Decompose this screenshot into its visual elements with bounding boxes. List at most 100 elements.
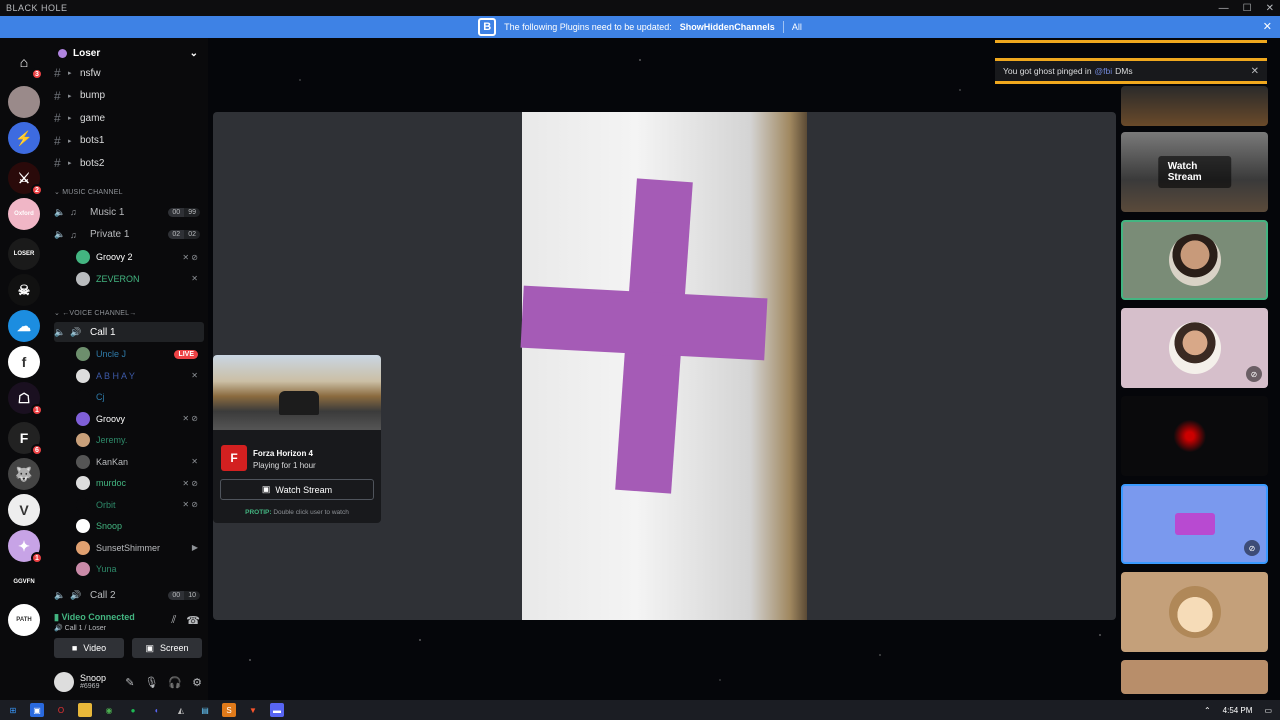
server-red-figure-icon[interactable]: ☖ 1 [8,382,43,416]
server-f-dark-icon[interactable]: F6 [8,422,43,456]
taskbar-folder-icon[interactable] [78,703,92,717]
taskbar-notepad-icon[interactable]: ▤ [198,703,212,717]
text-channel-bump[interactable]: # ▸ bump [54,86,204,106]
windows-start-icon[interactable]: ⊞ [6,703,20,717]
avatar [76,454,90,469]
voice-user-row[interactable]: ZEVERON ✕ [76,269,202,289]
camera-video-feed[interactable] [520,112,807,620]
watch-stream-button[interactable]: ▣ Watch Stream [220,479,374,500]
voice-user-row[interactable]: KanKan ✕ [76,452,202,472]
server-pony-icon[interactable]: ✦ 1 [8,530,43,564]
voice-user-row[interactable]: Orbit ✕ ⊘ [76,495,202,515]
minimize-button[interactable]: — [1219,3,1229,14]
toast-mention[interactable]: @fbi [1095,66,1113,76]
maximize-button[interactable]: ☐ [1243,3,1252,14]
video-button[interactable]: ■ Video [54,638,124,658]
server-dark-icon[interactable]: ☠ [8,274,40,306]
banner-plugin-link[interactable]: ShowHiddenChannels [680,22,775,32]
participant-tile-7[interactable] [1121,660,1268,694]
server-cloud-icon[interactable]: ☁ [8,310,40,342]
voice-channel-call-1[interactable]: 🔈 🔊 Call 1 [54,322,204,342]
participant-tile-3[interactable]: ⊘ [1121,308,1268,388]
toast-close-icon[interactable]: ✕ [1251,66,1259,77]
server-ggvfn-icon[interactable]: GGVFN [8,566,40,598]
voice-user-row[interactable]: Groovy 2 ✕ ⊘ [76,247,202,267]
disconnect-icon[interactable]: ☎ [186,614,200,627]
text-channel-bots1[interactable]: # ▸ bots1 [54,131,204,151]
server-wolf-icon[interactable]: 🐺 [8,458,40,490]
voice-user-row[interactable]: Cj [76,387,202,407]
server-avatar-1-icon[interactable] [8,86,40,118]
participant-tile-4[interactable] [1121,396,1268,476]
watch-stream-overlay[interactable]: Watch Stream [1157,156,1232,188]
channel-name: bump [80,90,106,101]
category-voice-label: ←VOICE CHANNEL→ [62,310,137,317]
server-path-icon[interactable]: PATH [8,604,40,636]
mute-icon: ⊘ [1246,366,1262,382]
window-title: BLACK HOLE [6,3,68,13]
voice-channel-music-1[interactable]: 🔈 ♫ Private 1 02 02 [54,225,204,245]
voice-channel-music-0[interactable]: 🔈 ♫ Music 1 00 99 [54,202,204,222]
tray-chevron-icon[interactable]: ⌃ [1204,706,1211,715]
voice-channel-call-2[interactable]: 🔈 🔊 Call 2 00 10 [54,585,204,605]
noise-suppression-icon[interactable]: ⫽ [171,614,176,627]
taskbar-chrome-icon[interactable]: ◉ [102,703,116,717]
stream-thumbnail[interactable] [213,355,381,430]
text-channel-bots2[interactable]: # ▸ bots2 [54,153,204,173]
voice-location[interactable]: 🔊 Call 1 / Loser [54,624,106,632]
text-channel-game[interactable]: # ▸ game [54,108,204,128]
voice-user-row[interactable]: Uncle J LIVE [76,344,202,364]
voice-user-row[interactable]: Yuna [76,559,202,579]
server-valorant-icon[interactable]: V [8,494,40,526]
voice-user-row[interactable]: murdoc ✕ ⊘ [76,473,202,493]
guild-glyph: GGVFN [13,579,35,585]
taskbar-brave-icon[interactable]: ▼ [246,703,260,717]
server-shield-icon[interactable]: ⚡ [8,122,40,154]
banner-all-link[interactable]: All [792,22,802,32]
microphone-icon[interactable]: 🎙 [144,676,158,689]
voice-user-row[interactable]: Groovy ✕ ⊘ [76,409,202,429]
stream-preview-popup: F Forza Horizon 4 Playing for 1 hour ▣ Wa… [213,355,381,523]
taskbar-app-1-icon[interactable]: ▣ [30,703,44,717]
voice-user-row[interactable]: Snoop [76,516,202,536]
participant-tile-speaking[interactable] [1121,220,1268,300]
headphones-icon[interactable]: 🎧 [168,676,182,689]
banner-close-icon[interactable]: ✕ [1263,20,1272,33]
taskbar-discord-icon[interactable]: ◐ [150,703,164,717]
avatar[interactable] [54,672,74,692]
participant-tile-stream[interactable]: Watch Stream [1121,132,1268,212]
ghost-ping-toast[interactable]: You got ghost pinged in @fbi DMs ✕ [995,58,1267,84]
participant-tile-boombox[interactable]: ⊘ [1121,484,1268,564]
taskbar-spotify-icon[interactable]: ● [126,703,140,717]
category-music-label: MUSIC CHANNEL [62,189,123,196]
taskbar-opera-icon[interactable]: O [54,703,68,717]
taskbar-sublime-icon[interactable]: S [222,703,236,717]
text-channel-nsfw[interactable]: # ▸ nsfw [54,63,204,83]
chevron-down-icon[interactable]: ⌄ [190,48,198,59]
voice-user-row[interactable]: Jeremy. [76,430,202,450]
gear-icon[interactable]: ⚙ [192,676,202,689]
participant-tile-1[interactable] [1121,86,1268,126]
taskbar-active-app-icon[interactable]: ▬ [270,703,284,717]
home-icon-icon[interactable]: ⌂ 3 [8,46,43,80]
server-red-logo-icon[interactable]: ⚔ 2 [8,162,43,196]
server-loser-icon[interactable]: LOSER [8,238,40,270]
notification-icon[interactable]: ▭ [1264,706,1272,715]
user-count-badge: 02 02 [168,230,200,239]
close-window-button[interactable]: ✕ [1266,3,1274,14]
category-music[interactable]: ⌄ MUSIC CHANNEL [54,188,123,196]
guild-glyph: ☁ [17,317,31,334]
voice-user-row[interactable]: SunsetShimmer ▶ [76,538,202,558]
participant-tile-cat[interactable] [1121,572,1268,652]
screen-share-button[interactable]: ▣ Screen [132,638,202,658]
server-f-icon[interactable]: f [8,346,40,378]
category-voice[interactable]: ⌄ ←VOICE CHANNEL→ [54,309,136,317]
taskbar-app-icon[interactable]: ◭ [174,703,188,717]
voice-user-row[interactable]: A B H A Y ✕ [76,366,202,386]
tray-time[interactable]: 4:54 PM [1223,706,1253,715]
guild-glyph: f [21,354,27,370]
user-info[interactable]: Snoop #6969 [80,673,106,691]
server-oxford-icon[interactable]: Oxford [8,198,40,230]
unread-badge: 1 [31,552,43,564]
activity-icon[interactable]: ✎ [125,676,134,689]
